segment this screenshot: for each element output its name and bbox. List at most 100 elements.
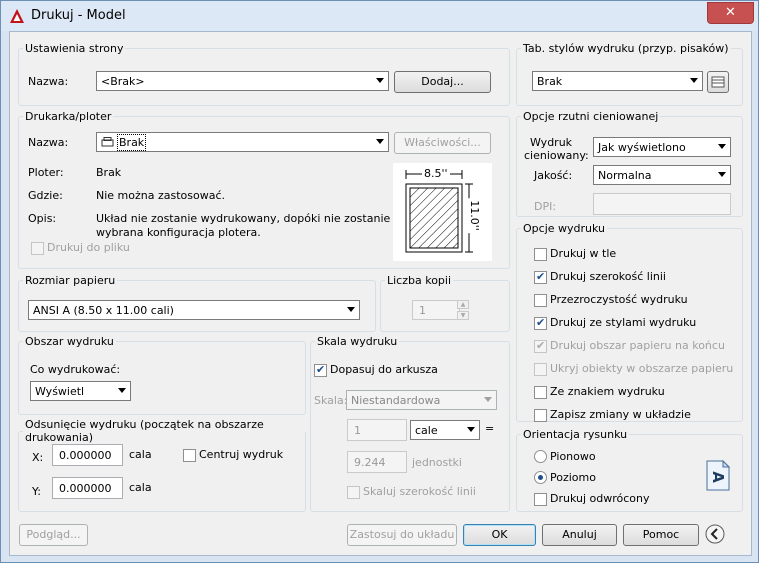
- autocad-logo-icon: [10, 9, 24, 23]
- plot-style-value: Brak: [537, 75, 563, 88]
- plot-option-checkbox[interactable]: [534, 248, 547, 261]
- printer-name-value: Brak: [116, 134, 147, 151]
- where-label: Gdzie:: [28, 189, 63, 202]
- paper-height-label: 11.0'': [467, 198, 481, 233]
- spin-up-icon[interactable]: ▲: [457, 300, 469, 309]
- add-page-setup-button[interactable]: Dodaj...: [394, 71, 491, 93]
- plotter-label: Ploter:: [28, 166, 64, 179]
- printer-properties-button[interactable]: Właściwości...: [394, 132, 491, 154]
- printer-name-label: Nazwa:: [28, 136, 69, 149]
- portrait-label: Pionowo: [550, 450, 596, 463]
- fit-to-paper-checkbox[interactable]: ✔: [314, 363, 327, 377]
- scale-value-1-input[interactable]: 1: [347, 419, 407, 441]
- plot-area-legend: Obszar wydruku: [25, 335, 114, 348]
- center-plot-label: Centruj wydruk: [199, 448, 284, 461]
- copies-value: 1: [419, 304, 426, 317]
- scale-unit-select[interactable]: cale: [410, 420, 480, 440]
- landscape-radio[interactable]: [534, 471, 547, 484]
- checkmark-icon: ✔: [316, 363, 326, 376]
- checkmark-icon: ✔: [536, 270, 546, 283]
- plot-option-checkbox[interactable]: ✔: [534, 316, 547, 330]
- plot-options-legend: Opcje wydruku: [523, 222, 605, 235]
- scale-value-2-input[interactable]: 9.244: [347, 451, 407, 473]
- paper-width-label: 8.5'': [422, 167, 450, 180]
- what-to-plot-select[interactable]: Wyświetl: [30, 381, 131, 401]
- spin-down-icon[interactable]: ▼: [457, 311, 469, 320]
- offset-x-label: X:: [32, 451, 44, 464]
- plot-style-select[interactable]: Brak: [532, 71, 703, 91]
- scale-label: Skala:: [314, 394, 348, 407]
- chevron-down-icon: [118, 388, 126, 393]
- scale-select[interactable]: Niestandardowa: [346, 390, 497, 410]
- collapse-button[interactable]: [704, 523, 726, 545]
- page-setup-legend: Ustawienia strony: [25, 42, 124, 55]
- plot-option-checkbox[interactable]: ✔: [534, 339, 547, 353]
- chevron-down-icon: [347, 307, 355, 312]
- preview-button[interactable]: Podgląd...: [19, 524, 88, 546]
- where-value: Nie można zastosować.: [96, 189, 226, 202]
- chevron-down-icon: [376, 139, 384, 144]
- scale-lineweights-checkbox[interactable]: [347, 486, 360, 499]
- paper-size-legend: Rozmiar papieru: [25, 274, 116, 287]
- printer-name-select[interactable]: Brak: [96, 132, 389, 152]
- center-plot-checkbox[interactable]: [183, 449, 196, 462]
- shaded-plot-value: Jak wyświetlono: [598, 141, 686, 154]
- description-line-2: wybrana konfiguracja plotera.: [96, 226, 261, 239]
- offset-y-label: Y:: [32, 485, 41, 498]
- dialog-body: Ustawienia strony Nazwa: <Brak> Dodaj...…: [9, 31, 752, 556]
- apply-to-layout-button[interactable]: Zastosuj do układu: [347, 524, 457, 546]
- help-button[interactable]: Pomoc: [623, 524, 699, 546]
- scale-value: Niestandardowa: [351, 394, 441, 407]
- plot-option-label: Ukryj obiekty w obszarze papieru: [550, 362, 734, 375]
- dpi-input[interactable]: [593, 193, 731, 215]
- shaded-plot-label-1: Wydruk: [530, 136, 573, 149]
- chevron-down-icon: [484, 397, 492, 402]
- scale-equals-sign: =: [485, 422, 495, 435]
- print-to-file-label: Drukuj do pliku: [47, 241, 130, 254]
- chevron-down-icon: [690, 78, 698, 83]
- radio-selected-dot: [538, 475, 543, 480]
- scale-units-label: jednostki: [412, 456, 462, 469]
- window-title: Drukuj - Model: [31, 8, 126, 23]
- offset-y-input[interactable]: 0.000000: [52, 477, 123, 499]
- plot-option-label: Zapisz zmiany w układzie: [550, 408, 691, 421]
- plot-option-checkbox[interactable]: ✔: [534, 270, 547, 284]
- orientation-preview-icon: A: [706, 459, 731, 491]
- plot-option-checkbox[interactable]: [534, 409, 547, 422]
- offset-x-unit: cala: [129, 448, 152, 461]
- offset-y-unit: cala: [129, 481, 152, 494]
- plot-option-checkbox[interactable]: [534, 363, 547, 376]
- paper-size-value: ANSI A (8.50 x 11.00 cali): [33, 304, 174, 317]
- copies-spinner[interactable]: ▲ ▼: [457, 300, 469, 320]
- portrait-radio[interactable]: [534, 450, 547, 463]
- plot-offset-legend: Odsunięcie wydruku (początek na obszarze…: [25, 418, 264, 444]
- print-to-file-checkbox[interactable]: [31, 242, 44, 255]
- scale-value-2: 9.244: [354, 456, 386, 469]
- page-setup-name-select[interactable]: <Brak>: [96, 71, 389, 91]
- scale-unit-value: cale: [415, 424, 438, 437]
- quality-label: Jakość:: [534, 169, 573, 182]
- what-to-plot-value: Wyświetl: [35, 385, 85, 398]
- offset-x-input[interactable]: 0.000000: [52, 444, 123, 466]
- quality-select[interactable]: Normalna: [593, 165, 731, 185]
- page-setup-name-value: <Brak>: [101, 75, 145, 88]
- cancel-button[interactable]: Anuluj: [542, 524, 617, 546]
- printer-legend: Drukarka/ploter: [25, 110, 112, 123]
- plot-option-checkbox[interactable]: [534, 294, 547, 307]
- offset-x-value: 0.000000: [59, 449, 112, 462]
- close-button[interactable]: ✕: [707, 2, 754, 24]
- plot-option-checkbox[interactable]: [534, 386, 547, 399]
- ok-button[interactable]: OK: [463, 524, 536, 546]
- plot-option-label: Ze znakiem wydruku: [550, 385, 665, 398]
- upside-down-checkbox[interactable]: [534, 493, 547, 506]
- plot-scale-legend: Skala wydruku: [317, 335, 398, 348]
- title-bar[interactable]: Drukuj - Model ✕: [1, 1, 758, 31]
- dpi-label: DPI:: [534, 200, 557, 213]
- edit-plot-style-button[interactable]: [707, 71, 729, 93]
- copies-input[interactable]: 1: [412, 300, 460, 320]
- description-line-1: Układ nie zostanie wydrukowany, dopóki n…: [96, 212, 391, 225]
- chevron-down-icon: [718, 144, 726, 149]
- paper-size-select[interactable]: ANSI A (8.50 x 11.00 cali): [28, 300, 360, 320]
- shaded-plot-select[interactable]: Jak wyświetlono: [593, 137, 731, 157]
- chevron-down-icon: [376, 78, 384, 83]
